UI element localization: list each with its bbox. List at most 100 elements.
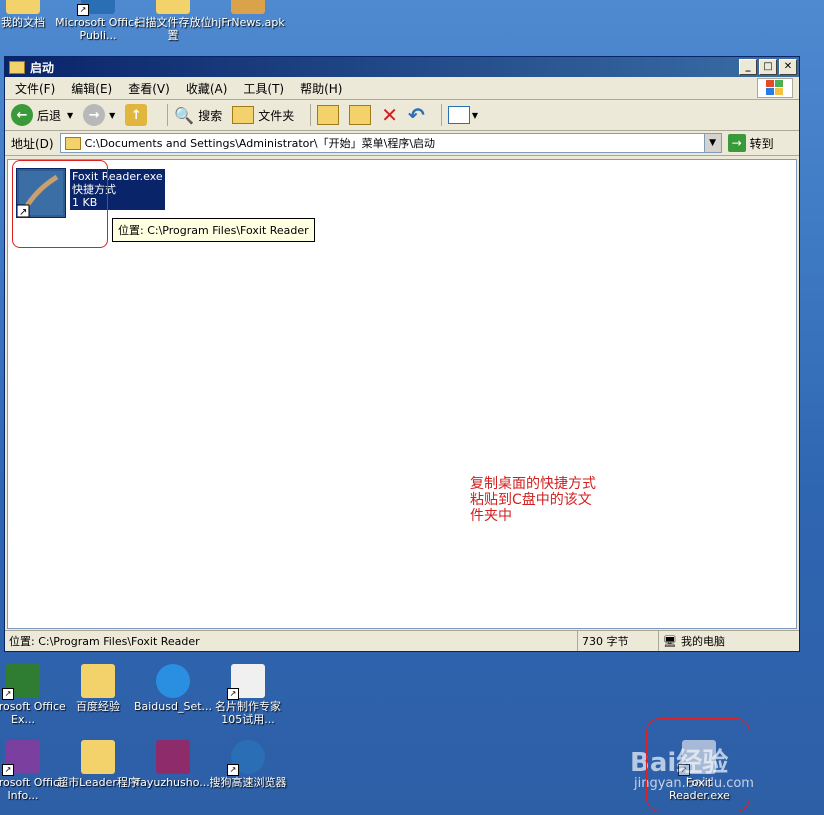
- search-icon: 🔍: [174, 105, 195, 125]
- window-title: 启动: [30, 60, 55, 75]
- shortcut-arrow-icon: ↗: [77, 4, 89, 16]
- desktop-icon-label: 扫描文件存放位置: [134, 16, 212, 42]
- search-label: 搜索: [198, 108, 223, 123]
- highlight-circle: [646, 718, 750, 812]
- desktop-icon-label: 搜狗高速浏览器: [209, 776, 287, 789]
- menu-help[interactable]: 帮助(H): [300, 80, 342, 97]
- desktop-icon-label: 名片制作专家105试用...: [215, 700, 281, 726]
- desktop-icon-sogou-browser[interactable]: ↗ 搜狗高速浏览器: [205, 740, 291, 789]
- folder-icon: [81, 664, 115, 698]
- back-arrow-icon: ←: [11, 104, 33, 126]
- desktop-icon-supermarket-leader[interactable]: 超市Leader程序: [55, 740, 141, 789]
- business-card-icon: ↗: [227, 664, 265, 700]
- menu-tools[interactable]: 工具(T): [243, 80, 284, 97]
- address-path: C:\Documents and Settings\Administrator\…: [84, 137, 436, 150]
- folder-icon: [9, 60, 25, 74]
- desktop-icon-business-card[interactable]: ↗ 名片制作专家105试用...: [205, 664, 291, 726]
- desktop-icon-office-publisher[interactable]: ↗ Microsoft Office Publi...: [55, 0, 141, 42]
- desktop-icon-label: fayuzhusho...: [136, 776, 210, 789]
- menu-view[interactable]: 查看(V): [128, 80, 170, 97]
- toolbar: ← 后退 ▼ → ▼ ↑ 🔍 搜索 文件夹 ✕ ↶ ▼: [5, 100, 799, 131]
- folders-button[interactable]: 文件夹: [232, 106, 294, 124]
- menu-file[interactable]: 文件(F): [15, 80, 55, 97]
- up-arrow-icon: ↑: [125, 104, 148, 126]
- desktop-icon-label: Microsoft Office Publi...: [55, 16, 141, 42]
- back-label: 后退: [37, 108, 62, 123]
- windows-logo-icon: [757, 78, 793, 98]
- chevron-down-icon: ▼: [471, 110, 478, 120]
- address-label: 地址(D): [11, 136, 54, 151]
- address-input[interactable]: C:\Documents and Settings\Administrator\…: [59, 133, 722, 153]
- shortcut-arrow-icon: ↗: [227, 688, 239, 700]
- window-titlebar[interactable]: 启动 _ □ ✕: [5, 57, 799, 77]
- move-to-button[interactable]: [317, 105, 340, 125]
- shortcut-arrow-icon: ↗: [2, 688, 14, 700]
- go-label: 转到: [749, 136, 774, 151]
- address-bar: 地址(D) C:\Documents and Settings\Administ…: [5, 131, 799, 156]
- shortcut-arrow-icon: ↗: [2, 764, 14, 776]
- desktop-icon-baidusd[interactable]: Baidusd_Set...: [130, 664, 216, 713]
- chevron-down-icon: ▼: [67, 110, 74, 120]
- menu-bar: 文件(F) 编辑(E) 查看(V) 收藏(A) 工具(T) 帮助(H): [5, 77, 799, 100]
- forward-button[interactable]: → ▼: [83, 104, 115, 126]
- search-button[interactable]: 🔍 搜索: [174, 106, 222, 125]
- desktop-icon-label: 超市Leader程序: [57, 776, 139, 789]
- shortcut-arrow-icon: ↗: [227, 764, 239, 776]
- toolbar-divider: [440, 104, 442, 126]
- excel-icon: ↗: [2, 664, 40, 700]
- baidu-paw-icon: [156, 664, 190, 698]
- toolbar-divider: [167, 104, 169, 126]
- go-arrow-icon: →: [727, 134, 746, 152]
- toolbar-divider: [310, 104, 312, 126]
- status-computer-label: 我的电脑: [680, 635, 725, 648]
- copy-to-button[interactable]: [349, 105, 372, 125]
- desktop-icon-label: hjFrNews.apk: [211, 16, 285, 29]
- annotation-text: 复制桌面的快捷方式粘贴到C盘中的该文件夹中: [470, 476, 596, 524]
- desktop-icon-label: Baidusd_Set...: [133, 700, 213, 713]
- folder-icon: [81, 740, 115, 774]
- views-icon: [447, 106, 470, 124]
- file-list-pane[interactable]: ↗ Foxit Reader.exe 快捷方式 1 KB 位置: C:\Prog…: [7, 159, 797, 629]
- folder-icon: [6, 0, 40, 14]
- views-button[interactable]: ▼: [447, 106, 478, 124]
- go-button[interactable]: → 转到: [727, 134, 774, 152]
- undo-button[interactable]: ↶: [408, 103, 425, 127]
- desktop-icon-label: 百度经验: [76, 700, 120, 713]
- desktop-icon-baidu-jingyan[interactable]: 百度经验: [55, 664, 141, 713]
- desktop-icon-scan-folder[interactable]: 扫描文件存放位置: [130, 0, 216, 42]
- highlight-circle: [12, 160, 108, 248]
- delete-icon: ✕: [381, 103, 399, 127]
- publisher-icon: ↗: [77, 0, 115, 16]
- undo-icon: ↶: [408, 103, 425, 127]
- winrar-icon: [156, 740, 190, 774]
- apk-icon: [231, 0, 265, 14]
- infopath-icon: ↗: [2, 740, 40, 776]
- desktop-icon-fayuzhusho[interactable]: fayuzhusho...: [130, 740, 216, 789]
- menu-favorites[interactable]: 收藏(A): [186, 80, 228, 97]
- menu-edit[interactable]: 编辑(E): [71, 80, 112, 97]
- back-button[interactable]: ← 后退 ▼: [11, 104, 73, 126]
- status-location: 位置: C:\Program Files\Foxit Reader: [5, 631, 578, 651]
- folder-icon: [156, 0, 190, 14]
- copy-to-icon: [349, 105, 372, 125]
- explorer-window: 启动 _ □ ✕ 文件(F) 编辑(E) 查看(V) 收藏(A) 工具(T) 帮…: [4, 56, 800, 652]
- status-size: 730 字节: [578, 631, 659, 651]
- folders-label: 文件夹: [258, 108, 295, 123]
- location-tooltip: 位置: C:\Program Files\Foxit Reader: [112, 218, 315, 242]
- forward-arrow-icon: →: [83, 104, 106, 126]
- chevron-down-icon: ▼: [109, 110, 116, 120]
- delete-button[interactable]: ✕: [381, 103, 398, 127]
- minimize-button[interactable]: _: [739, 59, 757, 75]
- folder-icon: [64, 136, 81, 150]
- desktop-icon-apk[interactable]: hjFrNews.apk: [205, 0, 291, 29]
- up-folder-button[interactable]: ↑: [125, 104, 151, 126]
- move-to-icon: [317, 105, 340, 125]
- sogou-browser-icon: ↗: [227, 740, 265, 776]
- address-dropdown-button[interactable]: ▼: [703, 134, 721, 152]
- maximize-button[interactable]: □: [759, 59, 777, 75]
- status-bar: 位置: C:\Program Files\Foxit Reader 730 字节…: [5, 630, 799, 651]
- status-computer: 🖥 我的电脑: [659, 631, 799, 651]
- folder-icon: [232, 106, 255, 124]
- computer-icon: 🖥: [663, 634, 677, 648]
- close-button[interactable]: ✕: [779, 59, 797, 75]
